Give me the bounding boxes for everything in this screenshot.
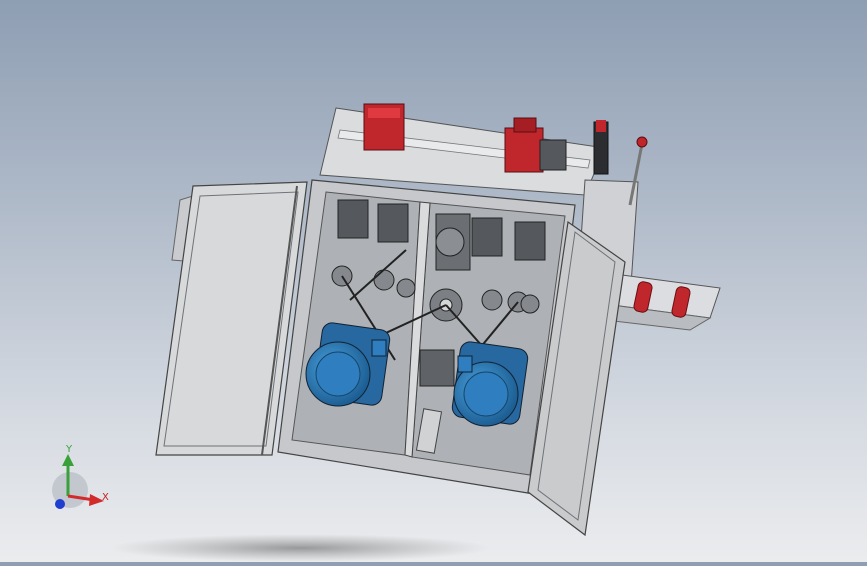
control-lever-knob <box>636 136 648 148</box>
red-head-left <box>363 103 405 151</box>
top-bracket <box>539 139 567 171</box>
triad-y-arrow <box>62 454 74 466</box>
center-pulley-upper <box>435 227 465 257</box>
triad-axes <box>52 454 104 509</box>
triad-y-label: Y <box>66 444 73 455</box>
triad-z-axis <box>55 499 65 509</box>
pulley-3 <box>396 278 416 298</box>
signal-tower-red <box>596 120 606 132</box>
pulley-2 <box>373 269 395 291</box>
pulley-4 <box>481 289 503 311</box>
red-head-right <box>504 117 544 173</box>
lower-drive-block <box>419 349 455 387</box>
gearbox-1 <box>337 199 369 239</box>
pulley-6 <box>520 294 540 314</box>
gearbox-4 <box>514 221 546 261</box>
cad-model-view[interactable] <box>0 0 867 562</box>
gearbox-3 <box>471 217 503 257</box>
triad-x-label: X <box>102 492 109 503</box>
gearbox-2 <box>377 203 409 243</box>
ground-shadow <box>110 534 490 562</box>
machine-model[interactable] <box>155 103 721 537</box>
motor-right <box>451 341 529 427</box>
coordinate-triad: Y X <box>44 440 124 520</box>
cad-viewport[interactable]: Y X <box>0 0 867 562</box>
